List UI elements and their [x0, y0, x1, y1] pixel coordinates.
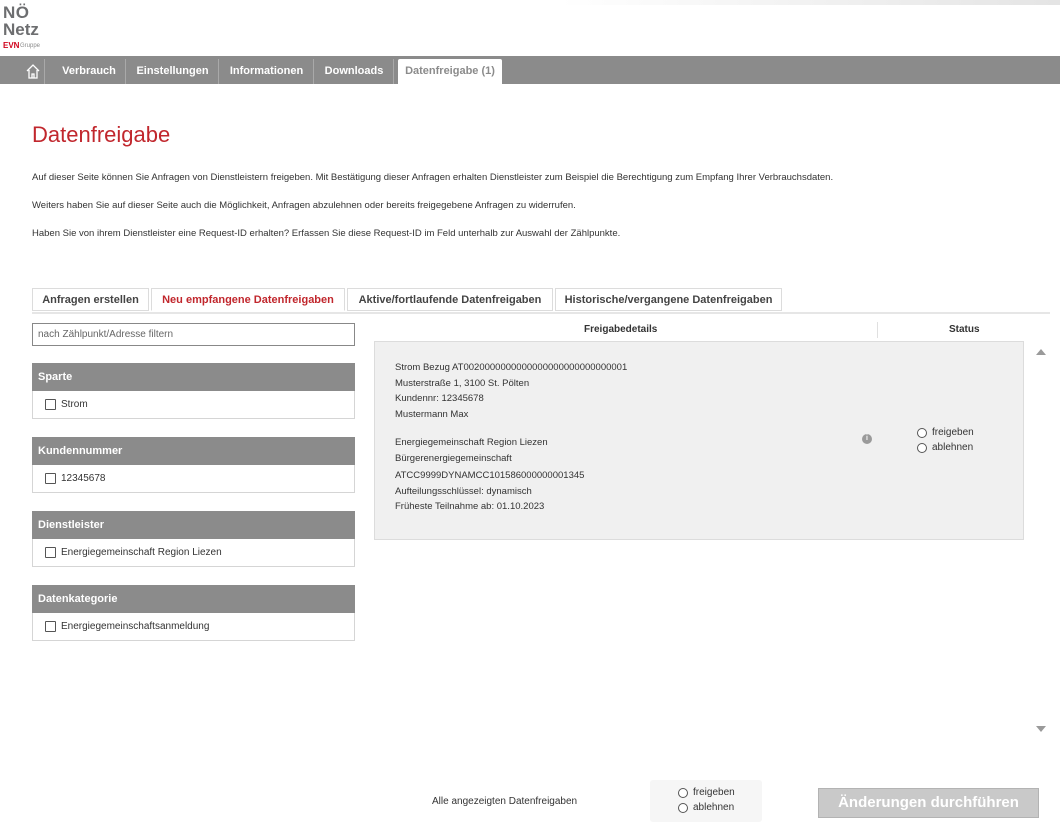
- filter-group-title: Sparte: [32, 363, 355, 391]
- filter-option-label: Energiegemeinschaftsanmeldung: [61, 621, 210, 632]
- logo-line-2: Netz: [3, 20, 39, 39]
- main-nav: Verbrauch Einstellungen Informationen Do…: [0, 56, 1060, 84]
- detail-provider: Energiegemeinschaft Region Liezen: [395, 437, 548, 448]
- top-decoration: [560, 0, 1060, 5]
- filter-option-row[interactable]: Energiegemeinschaftsanmeldung: [32, 613, 355, 641]
- scroll-up-arrow-icon[interactable]: [1036, 349, 1046, 355]
- filter-option-row[interactable]: Strom: [32, 391, 355, 419]
- status-option-ablehnen[interactable]: ablehnen: [917, 442, 973, 453]
- detail-allocation-key: Aufteilungsschlüssel: dynamisch: [395, 486, 532, 497]
- radio-button[interactable]: [917, 442, 927, 453]
- page-title: Datenfreigabe: [32, 122, 171, 147]
- filter-group-title: Kundennummer: [32, 437, 355, 465]
- radio-label: freigeben: [693, 787, 735, 798]
- bulk-radio-group: freigeben ablehnen: [650, 780, 762, 822]
- detail-community-id: ATCC9999DYNAMCC101586000000001345: [395, 470, 585, 481]
- tab-anfragen-erstellen[interactable]: Anfragen erstellen: [32, 288, 149, 311]
- intro-paragraph-2: Weiters haben Sie auf dieser Seite auch …: [32, 200, 576, 211]
- bulk-action-label: Alle angezeigten Datenfreigaben: [432, 796, 578, 807]
- home-icon: [26, 64, 40, 79]
- filter-group-sparte: Sparte Strom: [32, 363, 355, 419]
- detail-customer-number: Kundennr: 12345678: [395, 393, 484, 404]
- nav-downloads[interactable]: Downloads: [315, 59, 394, 84]
- filter-option-label: Strom: [61, 399, 88, 410]
- radio-button[interactable]: [678, 787, 688, 798]
- column-separator: [877, 322, 878, 338]
- apply-changes-button[interactable]: Änderungen durchführen: [818, 788, 1039, 818]
- detail-community-type: Bürgerenergiegemeinschaft: [395, 453, 512, 464]
- tab-neu-empfangene[interactable]: Neu empfangene Datenfreigaben: [151, 288, 345, 311]
- intro-paragraph-3: Haben Sie von ihrem Dienstleister eine R…: [32, 228, 621, 239]
- checkbox[interactable]: [45, 399, 56, 410]
- checkbox[interactable]: [45, 473, 56, 484]
- info-icon[interactable]: i: [862, 434, 872, 444]
- filter-option-row[interactable]: 12345678: [32, 465, 355, 493]
- radio-label: freigeben: [932, 427, 974, 438]
- bulk-option-ablehnen[interactable]: ablehnen: [678, 802, 734, 813]
- detail-name: Mustermann Max: [395, 409, 469, 420]
- tab-historische[interactable]: Historische/vergangene Datenfreigaben: [555, 288, 782, 311]
- filter-group-title: Datenkategorie: [32, 585, 355, 613]
- filter-option-label: Energiegemeinschaft Region Liezen: [61, 547, 222, 558]
- nav-informationen[interactable]: Informationen: [220, 59, 314, 84]
- nav-datenfreigabe[interactable]: Datenfreigabe (1): [398, 59, 502, 84]
- radio-label: ablehnen: [693, 802, 735, 813]
- filter-option-row[interactable]: Energiegemeinschaft Region Liezen: [32, 539, 355, 567]
- tabs-divider: [32, 312, 1050, 314]
- detail-address: Musterstraße 1, 3100 St. Pölten: [395, 378, 530, 389]
- bulk-option-freigeben[interactable]: freigeben: [678, 787, 735, 798]
- nav-einstellungen[interactable]: Einstellungen: [127, 59, 219, 84]
- radio-button[interactable]: [678, 802, 688, 813]
- radio-button[interactable]: [917, 427, 927, 438]
- checkbox[interactable]: [45, 547, 56, 558]
- checkbox[interactable]: [45, 621, 56, 632]
- nav-verbrauch[interactable]: Verbrauch: [53, 59, 126, 84]
- tab-aktive[interactable]: Aktive/fortlaufende Datenfreigaben: [347, 288, 553, 311]
- request-card: Strom Bezug AT00200000000000000000000000…: [374, 341, 1024, 540]
- scroll-down-arrow-icon[interactable]: [1036, 726, 1046, 732]
- detail-earliest-date: Früheste Teilnahme ab: 01.10.2023: [395, 501, 545, 512]
- logo-sub: Gruppe: [20, 43, 41, 49]
- nav-home[interactable]: [22, 59, 45, 84]
- filter-group-datenkategorie: Datenkategorie Energiegemeinschaftsanmel…: [32, 585, 355, 641]
- logo-line-1: NÖ: [3, 3, 30, 22]
- column-header-status: Status: [949, 324, 980, 335]
- intro-paragraph-1: Auf dieser Seite können Sie Anfragen von…: [32, 172, 834, 183]
- filter-group-dienstleister: Dienstleister Energiegemeinschaft Region…: [32, 511, 355, 567]
- filter-group-kundennummer: Kundennummer 12345678: [32, 437, 355, 493]
- column-header-details: Freigabedetails: [584, 324, 658, 335]
- radio-label: ablehnen: [932, 442, 974, 453]
- filter-group-title: Dienstleister: [32, 511, 355, 539]
- status-option-freigeben[interactable]: freigeben: [917, 427, 974, 438]
- logo-brand: EVN: [3, 41, 20, 50]
- brand-logo[interactable]: NÖ Netz EVN Gruppe: [3, 4, 63, 52]
- detail-meter: Strom Bezug AT00200000000000000000000000…: [395, 362, 628, 373]
- filter-option-label: 12345678: [61, 473, 106, 484]
- filter-input[interactable]: [32, 323, 355, 346]
